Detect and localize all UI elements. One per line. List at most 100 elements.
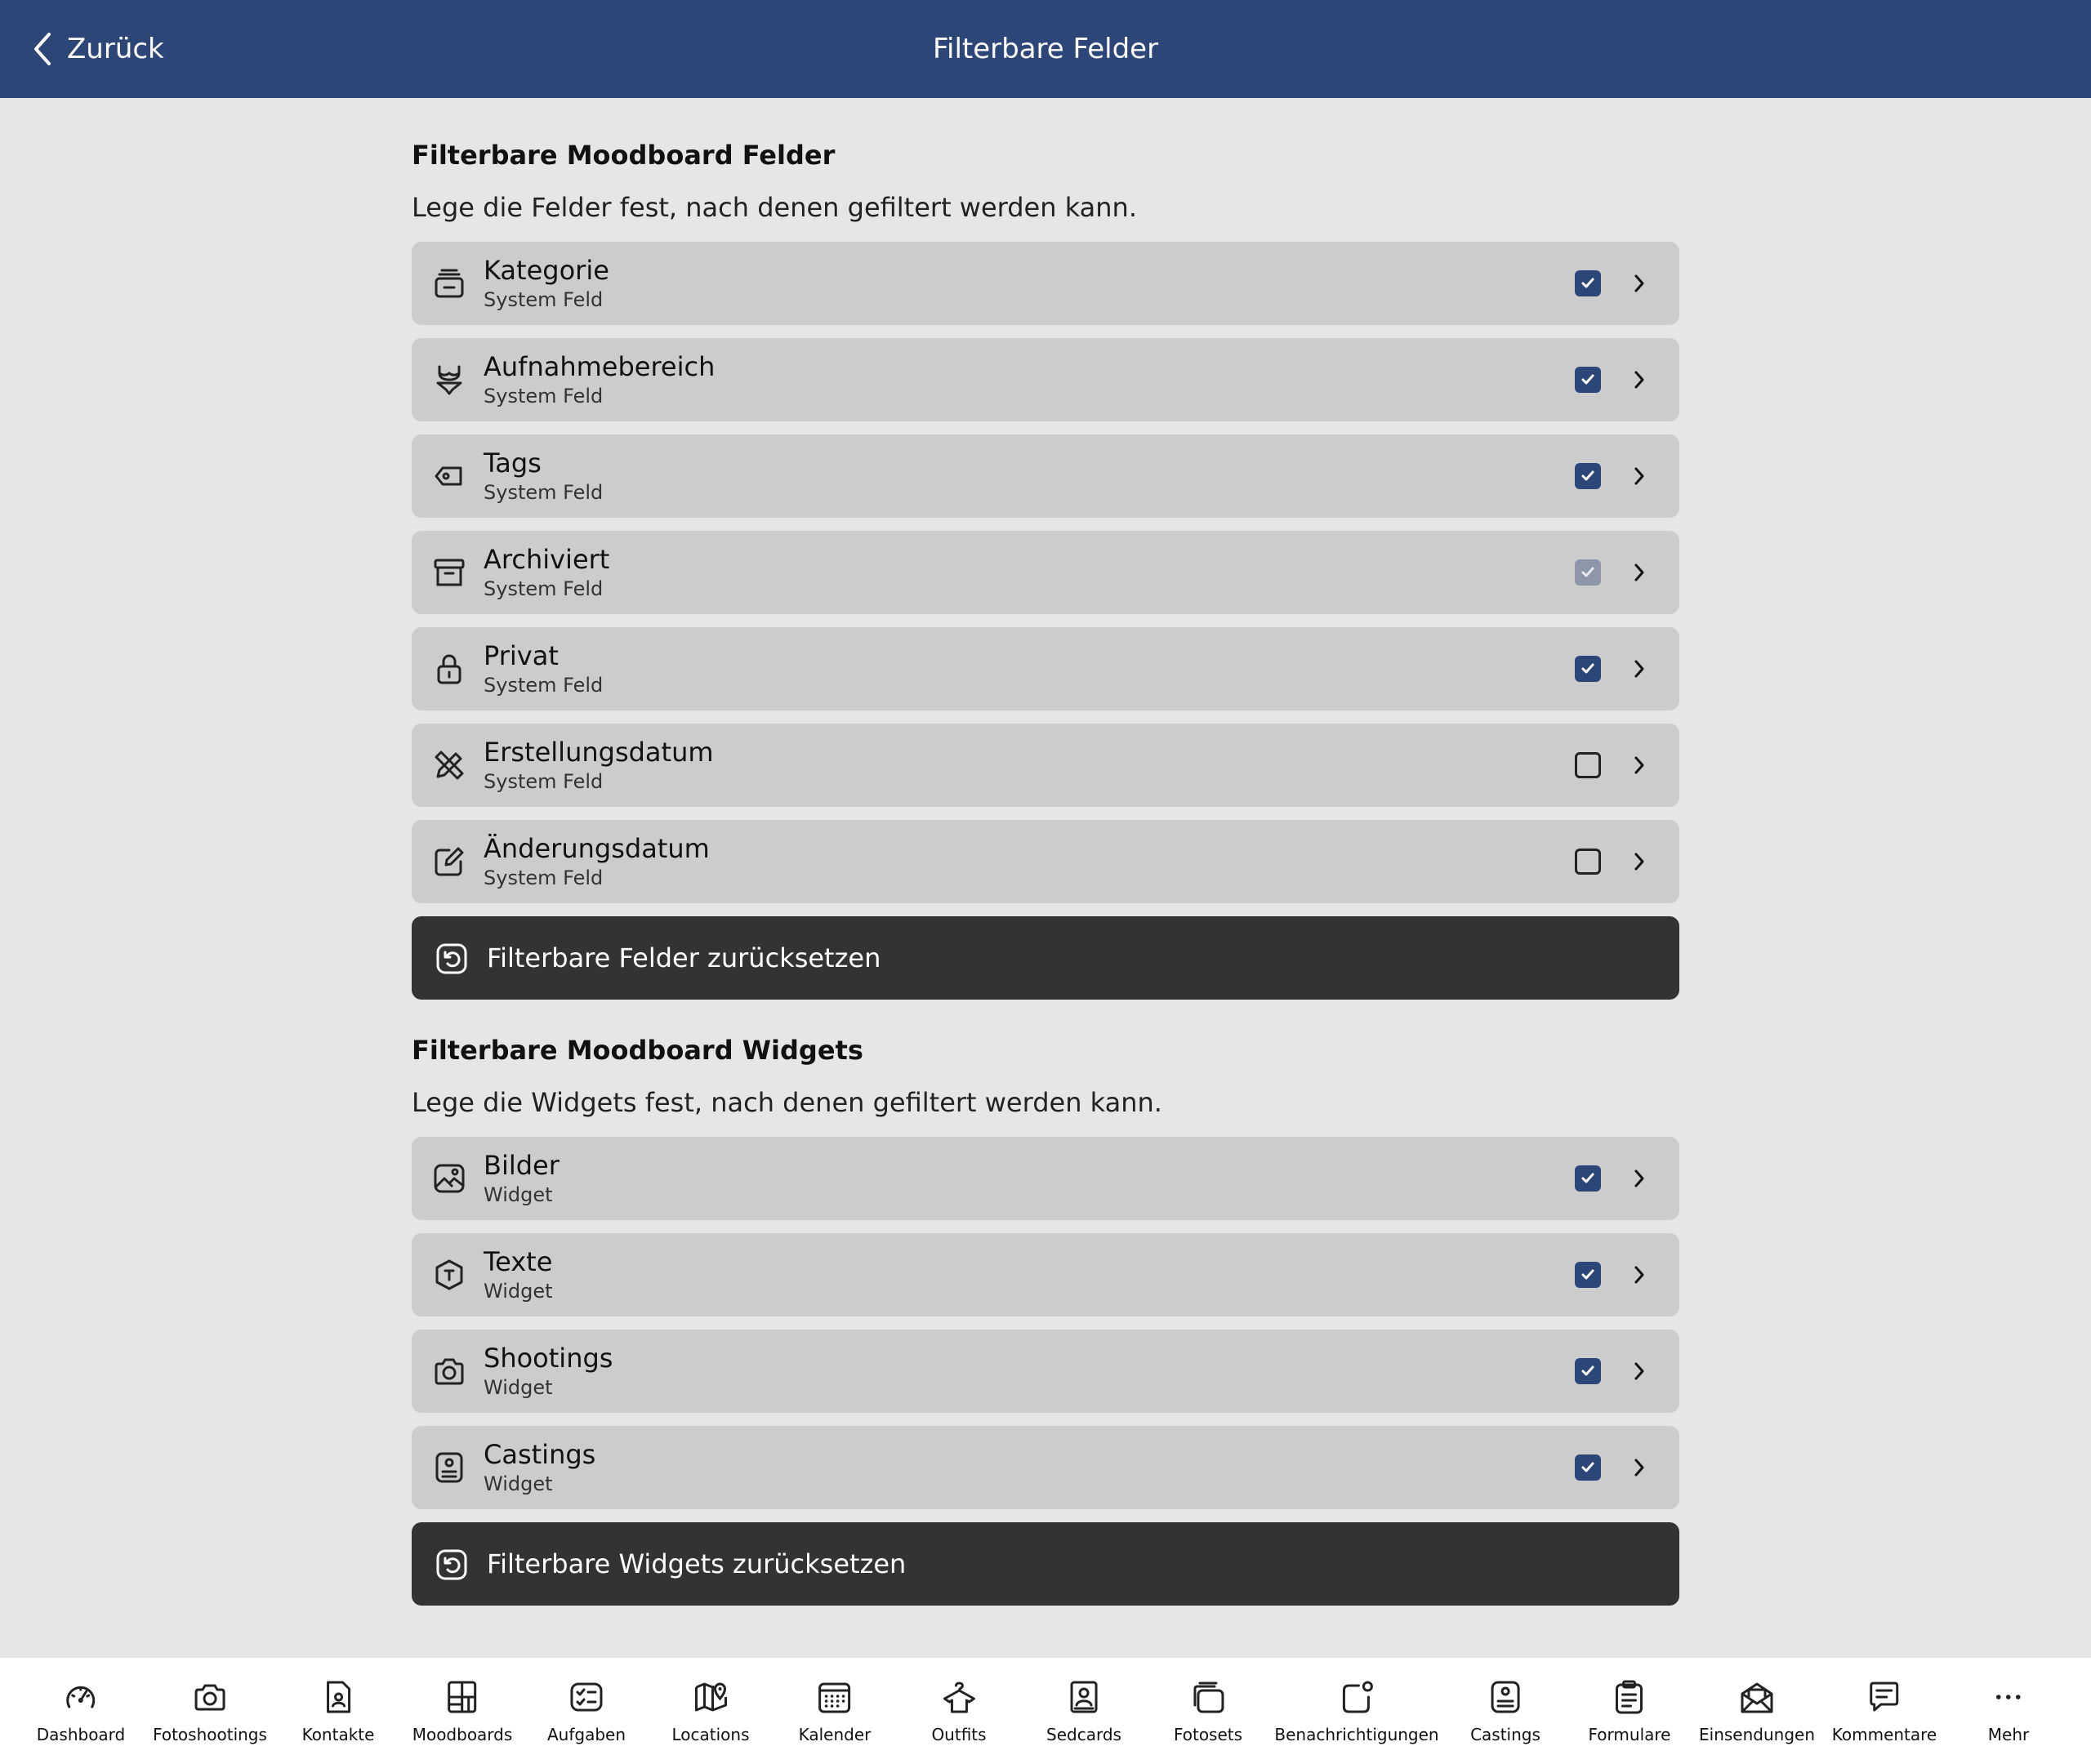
bottom-tab-bar: Dashboard Fotoshootings Kontakte Moodboa… (0, 1658, 2091, 1764)
archive-box-icon (433, 556, 466, 589)
field-name: Tags (484, 448, 542, 479)
shirt-hanger-icon (943, 1682, 975, 1713)
field-type: System Feld (484, 674, 604, 697)
tab-label: Outfits (931, 1725, 987, 1744)
widget-row-castings[interactable]: Castings Widget (412, 1426, 1679, 1509)
notification-icon (1342, 1681, 1373, 1713)
tab-benachrichtigungen[interactable]: Benachrichtigungen (1274, 1658, 1439, 1764)
chevron-right-icon (1634, 756, 1644, 774)
widget-row-texte[interactable]: Texte Widget (412, 1233, 1679, 1316)
widget-type: Widget (484, 1472, 553, 1495)
field-type: System Feld (484, 770, 604, 793)
tab-label: Mehr (1987, 1725, 2030, 1744)
filter-checkbox[interactable] (1575, 463, 1601, 489)
casting-card-icon (1491, 1681, 1520, 1713)
tab-kontakte[interactable]: Kontakte (301, 1658, 375, 1764)
section-description: Lege die Felder fest, nach denen gefilte… (412, 192, 1137, 223)
contact-file-icon (327, 1681, 351, 1713)
chevron-left-icon (34, 33, 51, 65)
section-title: Filterbare Moodboard Felder (412, 140, 836, 171)
tab-label: Moodboards (412, 1725, 513, 1744)
tab-label: Kommentare (1831, 1725, 1937, 1744)
tab-locations[interactable]: Locations (671, 1658, 750, 1764)
tab-einsendungen[interactable]: Einsendungen (1699, 1658, 1815, 1764)
chevron-right-icon (1634, 1266, 1644, 1284)
filter-checkbox[interactable] (1575, 270, 1601, 296)
comment-icon (1870, 1682, 1899, 1712)
field-row-kategorie[interactable]: Kategorie System Feld (412, 242, 1679, 325)
section-title: Filterbare Moodboard Widgets (412, 1035, 863, 1066)
tab-moodboards[interactable]: Moodboards (412, 1658, 513, 1764)
field-type: System Feld (484, 866, 604, 889)
filter-checkbox[interactable] (1575, 752, 1601, 778)
tab-label: Einsendungen (1699, 1725, 1815, 1744)
filter-checkbox[interactable] (1575, 367, 1601, 393)
field-row-erstellungsdatum[interactable]: Erstellungsdatum System Feld (412, 724, 1679, 807)
tab-kalender[interactable]: Kalender (798, 1658, 872, 1764)
filter-checkbox[interactable] (1575, 849, 1601, 875)
field-row-aufnahmebereich[interactable]: Aufnahmebereich System Feld (412, 338, 1679, 421)
calendar-icon (818, 1682, 851, 1713)
reset-widgets-button[interactable]: Filterbare Widgets zurücksetzen (412, 1522, 1679, 1606)
image-icon (433, 1162, 466, 1195)
more-dots-icon (1996, 1695, 2021, 1699)
filter-checkbox[interactable] (1575, 1165, 1601, 1192)
tab-kommentare[interactable]: Kommentare (1832, 1658, 1937, 1764)
filter-checkbox[interactable] (1575, 1262, 1601, 1288)
clipboard-form-icon (1616, 1680, 1643, 1714)
lock-icon (433, 653, 466, 685)
back-label: Zurück (67, 33, 164, 65)
chevron-right-icon (1634, 274, 1644, 292)
reset-icon (436, 943, 467, 974)
widget-row-shootings[interactable]: Shootings Widget (412, 1330, 1679, 1413)
field-type: System Feld (484, 481, 604, 504)
tab-label: Kontakte (301, 1725, 375, 1744)
field-type: System Feld (484, 385, 604, 408)
filter-checkbox[interactable] (1575, 1454, 1601, 1481)
tab-label: Formulare (1588, 1725, 1671, 1744)
tab-label: Fotosets (1173, 1725, 1243, 1744)
tab-fotoshootings[interactable]: Fotoshootings (153, 1658, 267, 1764)
section-description: Lege die Widgets fest, nach denen gefilt… (412, 1087, 1162, 1118)
speedometer-icon (66, 1686, 96, 1708)
widget-row-bilder[interactable]: Bilder Widget (412, 1137, 1679, 1220)
field-row-archiviert[interactable]: Archiviert System Feld (412, 531, 1679, 614)
tab-fotosets[interactable]: Fotosets (1174, 1658, 1242, 1764)
widget-type: Widget (484, 1183, 553, 1206)
tab-sedcards[interactable]: Sedcards (1046, 1658, 1121, 1764)
chevron-right-icon (1634, 564, 1644, 581)
tab-label: Kalender (798, 1725, 872, 1744)
reset-fields-button[interactable]: Filterbare Felder zurücksetzen (412, 916, 1679, 1000)
field-name: Privat (484, 640, 559, 671)
tab-label: Locations (671, 1725, 750, 1744)
widget-type: Widget (484, 1280, 553, 1303)
tab-outfits[interactable]: Outfits (931, 1658, 987, 1764)
field-row-aenderungsdatum[interactable]: Änderungsdatum System Feld (412, 820, 1679, 903)
chevron-right-icon (1634, 467, 1644, 485)
chevron-right-icon (1634, 853, 1644, 871)
fields-section-header: Filterbare Moodboard Felder Lege die Fel… (412, 141, 1137, 221)
back-button[interactable]: Zurück (31, 0, 164, 98)
chevron-right-icon (1634, 1459, 1644, 1477)
field-row-privat[interactable]: Privat System Feld (412, 627, 1679, 710)
filter-checkbox[interactable] (1575, 1358, 1601, 1384)
tab-label: Aufgaben (546, 1725, 626, 1744)
field-row-tags[interactable]: Tags System Feld (412, 434, 1679, 518)
chevron-right-icon (1634, 1362, 1644, 1380)
widget-name: Shootings (484, 1343, 613, 1374)
tab-dashboard[interactable]: Dashboard (37, 1658, 125, 1764)
tab-formulare[interactable]: Formulare (1588, 1658, 1671, 1764)
tab-aufgaben[interactable]: Aufgaben (547, 1658, 626, 1764)
text-hexagon-icon (433, 1258, 466, 1291)
chevron-right-icon (1634, 660, 1644, 678)
filter-checkbox[interactable] (1575, 656, 1601, 682)
widget-type: Widget (484, 1376, 553, 1399)
tab-label: Fotoshootings (153, 1725, 267, 1744)
tab-castings[interactable]: Castings (1470, 1658, 1540, 1764)
tab-label: Sedcards (1046, 1725, 1121, 1744)
field-type: System Feld (484, 288, 604, 311)
chevron-right-icon (1634, 371, 1644, 389)
photo-stack-icon (1193, 1682, 1224, 1713)
tab-mehr[interactable]: Mehr (1988, 1658, 2029, 1764)
field-name: Archiviert (484, 544, 610, 575)
